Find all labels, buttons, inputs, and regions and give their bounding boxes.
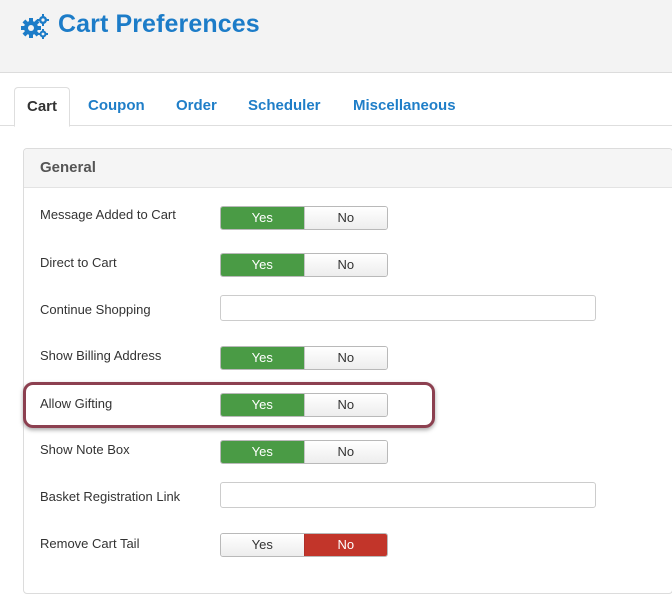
toggle-message-added-to-cart[interactable]: Yes No — [220, 206, 388, 230]
page-header: Cart Preferences — [0, 0, 672, 73]
row-label-continue-shopping: Continue Shopping — [40, 302, 151, 317]
tab-miscellaneous[interactable]: Miscellaneous — [353, 87, 456, 125]
panel-header: General — [24, 149, 672, 188]
no-option[interactable]: No — [303, 254, 387, 276]
yes-option[interactable]: Yes — [221, 254, 304, 276]
gears-icon — [21, 14, 49, 39]
basket-registration-link-input[interactable] — [220, 482, 596, 508]
yes-option[interactable]: Yes — [221, 534, 304, 556]
yes-option[interactable]: Yes — [221, 441, 304, 463]
row-label-show-billing-address: Show Billing Address — [40, 348, 162, 363]
row-label-message-added-to-cart: Message Added to Cart — [40, 207, 176, 222]
toggle-remove-cart-tail[interactable]: Yes No — [220, 533, 388, 557]
no-option[interactable]: No — [303, 207, 387, 229]
tab-scheduler[interactable]: Scheduler — [248, 87, 321, 125]
row-label-direct-to-cart: Direct to Cart — [40, 255, 117, 270]
tab-bar: Cart Coupon Order Scheduler Miscellaneou… — [0, 87, 672, 127]
toggle-show-billing-address[interactable]: Yes No — [220, 346, 388, 370]
yes-option[interactable]: Yes — [221, 207, 304, 229]
row-label-show-note-box: Show Note Box — [40, 442, 130, 457]
toggle-show-note-box[interactable]: Yes No — [220, 440, 388, 464]
continue-shopping-input[interactable] — [220, 295, 596, 321]
no-option[interactable]: No — [303, 441, 387, 463]
tab-coupon[interactable]: Coupon — [88, 87, 145, 125]
tab-order[interactable]: Order — [176, 87, 217, 125]
row-label-allow-gifting: Allow Gifting — [40, 396, 113, 411]
page-title: Cart Preferences — [58, 10, 260, 38]
row-label-basket-registration-link: Basket Registration Link — [40, 489, 181, 504]
no-option[interactable]: No — [303, 534, 387, 556]
tab-cart[interactable]: Cart — [14, 87, 71, 127]
yes-option[interactable]: Yes — [221, 394, 304, 416]
row-label-remove-cart-tail: Remove Cart Tail — [40, 536, 140, 551]
yes-option[interactable]: Yes — [221, 347, 304, 369]
no-option[interactable]: No — [303, 394, 387, 416]
toggle-allow-gifting[interactable]: Yes No — [220, 393, 388, 417]
panel-title: General — [40, 159, 96, 176]
toggle-direct-to-cart[interactable]: Yes No — [220, 253, 388, 277]
no-option[interactable]: No — [303, 347, 387, 369]
